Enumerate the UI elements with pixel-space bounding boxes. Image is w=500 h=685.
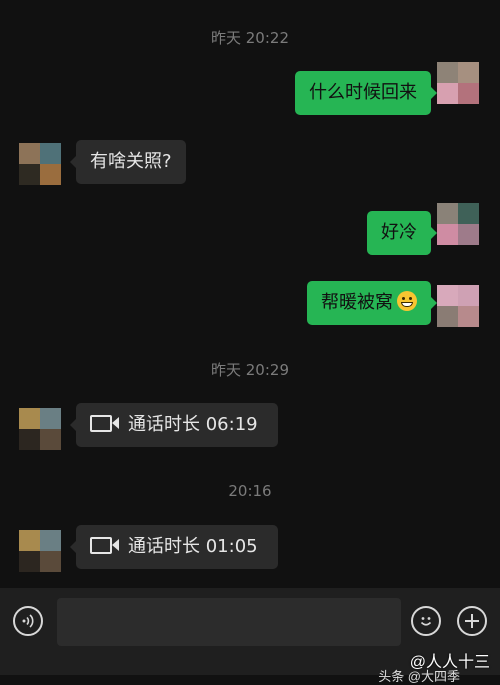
- video-call-record-bubble[interactable]: 通话时长 01:05: [70, 525, 278, 569]
- video-camera-icon: [90, 415, 119, 432]
- watermark-secondary: 头条 @大四季: [378, 669, 460, 684]
- grinning-face-emoji-icon: [397, 291, 417, 311]
- self-avatar[interactable]: [437, 62, 479, 104]
- emoji-icon[interactable]: [411, 606, 441, 636]
- video-camera-icon: [90, 537, 119, 554]
- chat-area[interactable]: 昨天 20:22 什么时候回来 有啥关照? 好冷 帮暖被窝 昨天 20:29 通…: [0, 0, 500, 588]
- self-avatar[interactable]: [437, 285, 479, 327]
- timestamp: 20:16: [228, 482, 272, 500]
- message-text: 帮暖被窝: [321, 292, 393, 313]
- incoming-message-bubble[interactable]: 有啥关照?: [70, 140, 186, 184]
- friend-avatar[interactable]: [19, 408, 61, 450]
- friend-avatar[interactable]: [19, 530, 61, 572]
- friend-avatar[interactable]: [19, 143, 61, 185]
- timestamp: 昨天 20:29: [211, 361, 289, 379]
- outgoing-message-bubble[interactable]: 什么时候回来: [295, 71, 437, 115]
- message-input[interactable]: [57, 598, 401, 646]
- call-duration-text: 通话时长 01:05: [128, 536, 258, 557]
- plus-icon[interactable]: [457, 606, 487, 636]
- outgoing-message-bubble[interactable]: 好冷: [367, 211, 437, 255]
- self-avatar[interactable]: [437, 203, 479, 245]
- call-duration-text: 通话时长 06:19: [128, 414, 258, 435]
- timestamp: 昨天 20:22: [211, 29, 289, 47]
- outgoing-message-bubble[interactable]: 帮暖被窝: [307, 281, 437, 325]
- video-call-record-bubble[interactable]: 通话时长 06:19: [70, 403, 278, 447]
- voice-input-icon[interactable]: [13, 606, 43, 636]
